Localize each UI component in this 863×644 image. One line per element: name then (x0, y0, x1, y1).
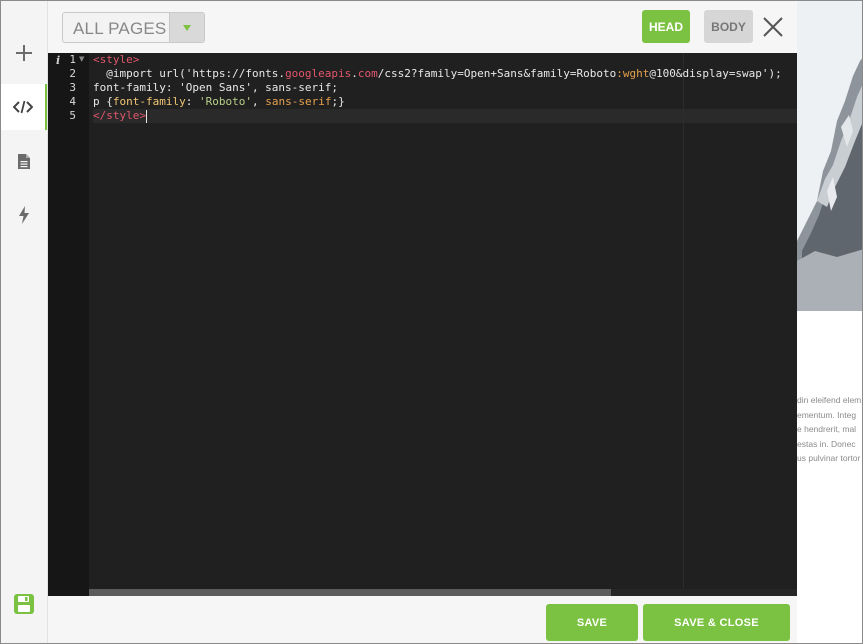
code-editor[interactable]: i ▼ 1 2 3 4 5 <style> @import url('https… (48, 53, 797, 596)
pages-select-value: ALL PAGES (73, 19, 167, 38)
code-area[interactable]: <style> @import url('https://fonts.googl… (93, 53, 797, 596)
plus-icon (16, 45, 32, 61)
preview-text-line: ementum. Integ (797, 409, 857, 420)
line-number: 2 (69, 67, 76, 80)
code-token: googleapis (285, 67, 352, 80)
body-tab-button[interactable]: BODY (704, 10, 753, 43)
actions-button[interactable] (1, 192, 47, 238)
code-token: : (185, 95, 199, 108)
preview-text-line: e hendrerit, mal (797, 424, 857, 435)
print-margin (683, 53, 684, 596)
line-number: 5 (69, 109, 76, 122)
save-icon (14, 594, 34, 614)
editor-top-bar: ALL PAGES HEAD BODY (48, 1, 797, 53)
save-icon-button[interactable] (1, 581, 47, 627)
left-toolbar (1, 1, 48, 643)
head-tab-button[interactable]: HEAD (642, 10, 690, 43)
pages-select[interactable]: ALL PAGES (62, 12, 205, 43)
close-icon (763, 17, 783, 37)
code-token: com (357, 67, 378, 80)
bolt-icon (19, 206, 29, 224)
code-line[interactable]: font-family: 'Open Sans', sans-serif; (93, 81, 338, 95)
code-token: @import url('https://fonts. (93, 67, 286, 80)
line-number: 4 (69, 95, 76, 108)
code-token: p { (93, 95, 113, 108)
document-icon (18, 153, 30, 169)
scrollbar-thumb[interactable] (89, 589, 611, 596)
preview-text-line: us pulvinar tortor vitae (797, 453, 862, 464)
editor-footer: SAVE SAVE & CLOSE (48, 596, 797, 643)
code-line[interactable]: @import url('https://fonts.googleapis.co… (93, 67, 782, 81)
code-token: </style> (93, 109, 146, 122)
preview-body-text: din eleifend elem ementum. Integ e hendr… (797, 393, 862, 466)
line-number: 1 (69, 53, 76, 66)
line-number: 3 (69, 81, 76, 94)
code-token: . (351, 67, 358, 80)
page-preview: din eleifend elem ementum. Integ e hendr… (797, 1, 862, 643)
code-token: <style> (93, 53, 140, 66)
code-icon (13, 100, 33, 114)
code-editor-panel: ALL PAGES HEAD BODY i ▼ 1 2 3 4 5 <style… (48, 1, 797, 643)
code-token: , (251, 95, 266, 108)
code-token: font-family: 'Open Sans', sans-serif; (93, 81, 339, 94)
window: din eleifend elem ementum. Integ e hendr… (0, 0, 863, 644)
preview-text-line: din eleifend elem (797, 395, 862, 405)
code-token: sans-serif (265, 95, 332, 108)
code-token: /css2?family=Open+Sans&family=Roboto (377, 67, 617, 80)
code-line[interactable]: <style> (93, 53, 139, 67)
code-token: :wght (616, 67, 650, 80)
code-line[interactable]: </style> (93, 109, 147, 123)
code-token: font-family (112, 95, 186, 108)
code-token: @100&display=swap'); (649, 67, 782, 80)
code-editor-button[interactable] (1, 84, 47, 130)
close-button[interactable] (761, 15, 785, 39)
line-number-gutter: i ▼ 1 2 3 4 5 (48, 53, 89, 596)
fold-arrow-icon[interactable]: ▼ (79, 55, 84, 63)
add-button[interactable] (1, 30, 47, 76)
code-token: 'Roboto' (198, 95, 252, 108)
hero-image (797, 1, 862, 311)
code-line[interactable]: p {font-family: 'Roboto', sans-serif;} (93, 95, 345, 109)
save-and-close-button[interactable]: SAVE & CLOSE (643, 604, 790, 641)
preview-text-line: estas in. Donec (797, 438, 856, 449)
code-token: ;} (331, 95, 345, 108)
save-button[interactable]: SAVE (546, 604, 638, 641)
active-line-highlight (93, 109, 797, 123)
dropdown-arrow-icon[interactable] (169, 13, 204, 42)
horizontal-scrollbar[interactable] (89, 589, 797, 596)
text-cursor (145, 109, 147, 123)
page-settings-button[interactable] (1, 138, 47, 184)
